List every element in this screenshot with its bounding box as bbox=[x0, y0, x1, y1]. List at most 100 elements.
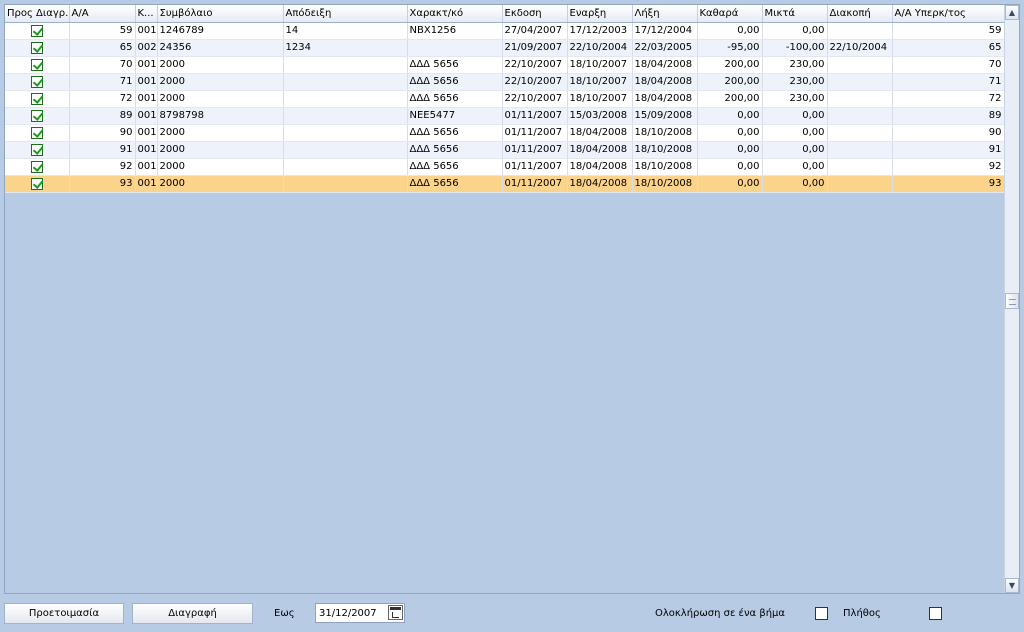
column-header-aa_agent[interactable]: Α/Α Υπερκ/τος bbox=[892, 5, 1004, 23]
column-header-net[interactable]: Καθαρά bbox=[697, 5, 763, 23]
delete-mark-cell[interactable] bbox=[5, 22, 70, 40]
table-row[interactable]: 90 001 2000 ΔΔΔ 5656 01/11/2007 18/04/2008 18/… bbox=[5, 124, 1004, 142]
checkbox-checked-icon[interactable] bbox=[30, 24, 43, 37]
cell-k: 001 bbox=[135, 124, 158, 142]
delete-mark-cell[interactable] bbox=[5, 141, 70, 159]
cell-aa_agent: 65 bbox=[892, 39, 1004, 57]
checkbox-checked-icon[interactable] bbox=[30, 109, 43, 122]
delete-mark-cell[interactable] bbox=[5, 158, 70, 176]
column-header-stop[interactable]: Διακοπή bbox=[827, 5, 893, 23]
table-row[interactable]: 92 001 2000 ΔΔΔ 5656 01/11/2007 18/04/2008 18/… bbox=[5, 158, 1004, 176]
delete-mark-cell[interactable] bbox=[5, 90, 70, 108]
cell-receipt bbox=[283, 107, 408, 125]
delete-mark-cell[interactable] bbox=[5, 175, 70, 193]
cell-k: 001 bbox=[135, 107, 158, 125]
scroll-thumb[interactable] bbox=[1005, 293, 1019, 309]
cell-end: 18/04/2008 bbox=[632, 56, 698, 74]
checkbox-checked-icon[interactable] bbox=[30, 177, 43, 190]
cell-net: 200,00 bbox=[697, 90, 763, 108]
cell-issue: 01/11/2007 bbox=[502, 107, 568, 125]
cell-charact: ΔΔΔ 5656 bbox=[407, 158, 503, 176]
cell-issue: 01/11/2007 bbox=[502, 141, 568, 159]
cell-issue: 01/11/2007 bbox=[502, 124, 568, 142]
cell-issue: 27/04/2007 bbox=[502, 22, 568, 40]
cell-aa_agent: 90 bbox=[892, 124, 1004, 142]
delete-button[interactable]: Διαγραφή bbox=[132, 603, 253, 624]
column-header-k[interactable]: Κ... bbox=[135, 5, 158, 23]
checkbox-checked-icon[interactable] bbox=[30, 126, 43, 139]
column-header-start[interactable]: Εναρξη bbox=[567, 5, 633, 23]
cell-aa: 71 bbox=[69, 73, 136, 91]
delete-mark-cell[interactable] bbox=[5, 73, 70, 91]
scroll-up-arrow-icon[interactable]: ▲ bbox=[1005, 5, 1019, 20]
cell-contract: 24356 bbox=[157, 39, 284, 57]
cell-k: 001 bbox=[135, 56, 158, 74]
cell-k: 001 bbox=[135, 22, 158, 40]
one-step-label: Ολοκλήρωση σε ένα βήμα bbox=[655, 608, 785, 619]
cell-aa_agent: 89 bbox=[892, 107, 1004, 125]
cell-start: 18/04/2008 bbox=[567, 175, 633, 193]
column-header-issue[interactable]: Εκδοση bbox=[502, 5, 568, 23]
cell-receipt bbox=[283, 175, 408, 193]
delete-mark-cell[interactable] bbox=[5, 124, 70, 142]
table-row[interactable]: 89 001 8798798 ΝΕΕ5477 01/11/2007 15/03/2008 1… bbox=[5, 107, 1004, 125]
cell-charact: NBX1256 bbox=[407, 22, 503, 40]
column-header-gross[interactable]: Μικτά bbox=[762, 5, 828, 23]
table-row[interactable]: 59 001 1246789 14 NBX1256 27/04/2007 17/12/200… bbox=[5, 22, 1004, 40]
cell-contract: 2000 bbox=[157, 90, 284, 108]
column-header-del[interactable]: Προς Διαγρ. bbox=[5, 5, 70, 23]
prepare-button[interactable]: Προετοιμασία bbox=[4, 603, 124, 624]
cell-receipt bbox=[283, 124, 408, 142]
cell-charact: ΔΔΔ 5656 bbox=[407, 175, 503, 193]
checkbox-checked-icon[interactable] bbox=[30, 143, 43, 156]
column-header-contract[interactable]: Συμβόλαιο bbox=[157, 5, 284, 23]
cell-gross: 230,00 bbox=[762, 73, 828, 91]
count-checkbox[interactable] bbox=[929, 607, 942, 620]
cell-gross: 0,00 bbox=[762, 124, 828, 142]
cell-charact: ΔΔΔ 5656 bbox=[407, 90, 503, 108]
checkbox-checked-icon[interactable] bbox=[30, 58, 43, 71]
cell-receipt: 14 bbox=[283, 22, 408, 40]
cell-start: 18/04/2008 bbox=[567, 141, 633, 159]
table-row[interactable]: 72 001 2000 ΔΔΔ 5656 22/10/2007 18/10/2007 18/… bbox=[5, 90, 1004, 108]
scroll-down-arrow-icon[interactable]: ▼ bbox=[1005, 578, 1019, 593]
column-header-aa[interactable]: Α/Α bbox=[69, 5, 136, 23]
cell-start: 17/12/2003 bbox=[567, 22, 633, 40]
table-row[interactable]: 70 001 2000 ΔΔΔ 5656 22/10/2007 18/10/2007 18/… bbox=[5, 56, 1004, 74]
cell-start: 15/03/2008 bbox=[567, 107, 633, 125]
table-row[interactable]: 71 001 2000 ΔΔΔ 5656 22/10/2007 18/10/2007 18/… bbox=[5, 73, 1004, 91]
cell-stop bbox=[827, 158, 893, 176]
cell-k: 001 bbox=[135, 158, 158, 176]
vertical-scrollbar[interactable]: ▲ ▼ bbox=[1004, 5, 1019, 593]
checkbox-checked-icon[interactable] bbox=[30, 160, 43, 173]
cell-issue: 01/11/2007 bbox=[502, 158, 568, 176]
one-step-checkbox[interactable] bbox=[815, 607, 828, 620]
cell-issue: 21/09/2007 bbox=[502, 39, 568, 57]
cell-stop bbox=[827, 175, 893, 193]
column-header-end[interactable]: Λήξη bbox=[632, 5, 698, 23]
cell-issue: 22/10/2007 bbox=[502, 73, 568, 91]
table-body: 59 001 1246789 14 NBX1256 27/04/2007 17/12/200… bbox=[5, 22, 1004, 193]
cell-net: 0,00 bbox=[697, 175, 763, 193]
calendar-icon[interactable] bbox=[388, 605, 403, 620]
cell-end: 15/09/2008 bbox=[632, 107, 698, 125]
checkbox-checked-icon[interactable] bbox=[30, 92, 43, 105]
header-row: Προς Διαγρ. Α/Α Κ... Συμβόλαιο Απόδειξη Χαρακ… bbox=[5, 5, 1004, 23]
cell-stop bbox=[827, 124, 893, 142]
cell-contract: 2000 bbox=[157, 73, 284, 91]
delete-mark-cell[interactable] bbox=[5, 39, 70, 57]
column-header-receipt[interactable]: Απόδειξη bbox=[283, 5, 408, 23]
cell-gross: 0,00 bbox=[762, 141, 828, 159]
table-row[interactable]: 65 002 24356 1234 21/09/2007 22/10/2004 22/03/… bbox=[5, 39, 1004, 57]
delete-mark-cell[interactable] bbox=[5, 107, 70, 125]
cell-gross: 230,00 bbox=[762, 90, 828, 108]
checkbox-checked-icon[interactable] bbox=[30, 41, 43, 54]
records-table: Προς Διαγρ. Α/Α Κ... Συμβόλαιο Απόδειξη Χαρακ… bbox=[5, 5, 1004, 193]
delete-mark-cell[interactable] bbox=[5, 56, 70, 74]
cell-charact: ΝΕΕ5477 bbox=[407, 107, 503, 125]
checkbox-checked-icon[interactable] bbox=[30, 75, 43, 88]
table-row[interactable]: 91 001 2000 ΔΔΔ 5656 01/11/2007 18/04/2008 18/… bbox=[5, 141, 1004, 159]
column-header-charact[interactable]: Χαρακτ/κό bbox=[407, 5, 503, 23]
table-row[interactable]: 93 001 2000 ΔΔΔ 5656 01/11/2007 18/04/2008 18/… bbox=[5, 175, 1004, 193]
cell-aa: 91 bbox=[69, 141, 136, 159]
